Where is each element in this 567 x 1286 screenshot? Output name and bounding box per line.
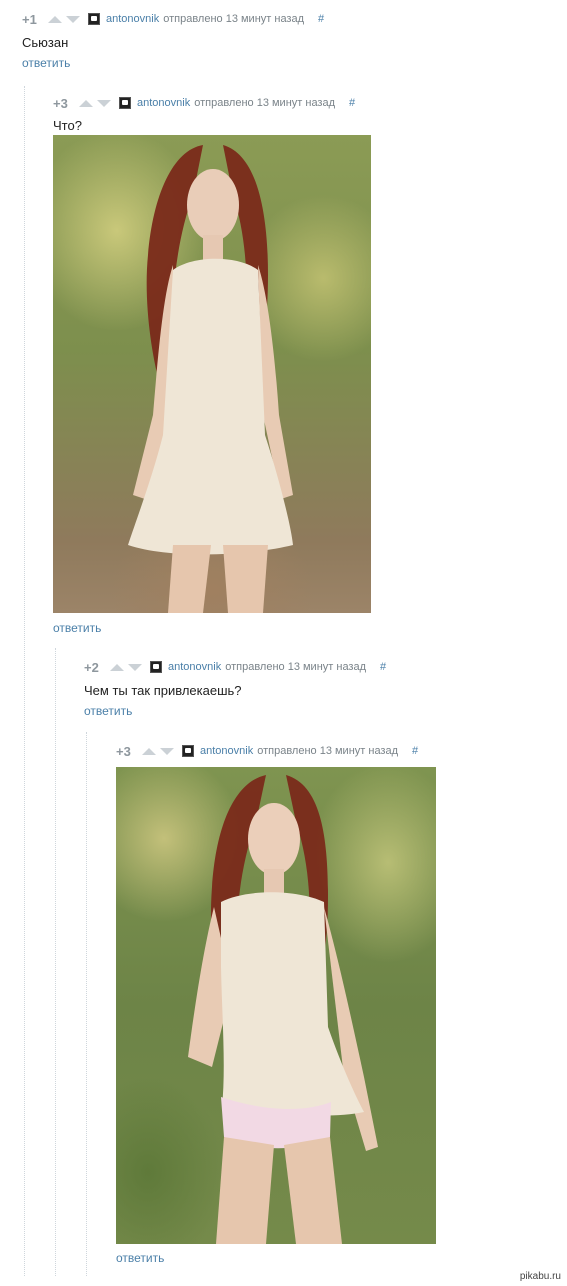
permalink[interactable]: #: [380, 661, 386, 673]
watermark: pikabu.ru: [519, 1271, 561, 1282]
comment-header: +3 antonovnik отправлено 13 минут назад …: [116, 743, 418, 759]
permalink[interactable]: #: [412, 745, 418, 757]
comment-text: Сьюзан: [22, 35, 69, 50]
upvote-arrow-icon[interactable]: [79, 99, 93, 107]
reply-link[interactable]: ответить: [84, 704, 132, 718]
comment-text: Что?: [53, 118, 82, 133]
downvote-arrow-icon[interactable]: [160, 747, 174, 755]
upvote-arrow-icon[interactable]: [110, 663, 124, 671]
author-link[interactable]: antonovnik: [137, 97, 190, 109]
timestamp: отправлено 13 минут назад: [225, 661, 367, 673]
figure-illustration: [188, 775, 378, 1244]
avatar[interactable]: [182, 745, 194, 757]
rating-value: +3: [116, 743, 131, 759]
thread-line: [55, 648, 56, 1276]
thread-line: [24, 86, 25, 1276]
reply-link[interactable]: ответить: [22, 56, 70, 70]
comment-photo[interactable]: [53, 135, 371, 613]
timestamp: отправлено 13 минут назад: [163, 13, 305, 25]
comment-text: Чем ты так привлекаешь?: [84, 683, 242, 698]
comment-photo[interactable]: [116, 767, 436, 1244]
comment-header: +2 antonovnik отправлено 13 минут назад …: [84, 659, 386, 675]
downvote-arrow-icon[interactable]: [97, 99, 111, 107]
rating-value: +2: [84, 659, 99, 675]
rating-value: +3: [53, 95, 68, 111]
avatar[interactable]: [150, 661, 162, 673]
figure-illustration: [128, 145, 293, 613]
timestamp: отправлено 13 минут назад: [257, 745, 399, 757]
comment-header: +3 antonovnik отправлено 13 минут назад …: [53, 95, 355, 111]
permalink[interactable]: #: [318, 13, 324, 25]
avatar[interactable]: [119, 97, 131, 109]
author-link[interactable]: antonovnik: [200, 745, 253, 757]
comment-header: +1 antonovnik отправлено 13 минут назад …: [22, 11, 324, 27]
reply-link[interactable]: ответить: [53, 621, 101, 635]
downvote-arrow-icon[interactable]: [128, 663, 142, 671]
downvote-arrow-icon[interactable]: [66, 15, 80, 23]
reply-link[interactable]: ответить: [116, 1251, 164, 1265]
permalink[interactable]: #: [349, 97, 355, 109]
avatar[interactable]: [88, 13, 100, 25]
author-link[interactable]: antonovnik: [168, 661, 221, 673]
upvote-arrow-icon[interactable]: [142, 747, 156, 755]
rating-value: +1: [22, 11, 37, 27]
timestamp: отправлено 13 минут назад: [194, 97, 336, 109]
upvote-arrow-icon[interactable]: [48, 15, 62, 23]
thread-line: [86, 732, 87, 1276]
author-link[interactable]: antonovnik: [106, 13, 159, 25]
